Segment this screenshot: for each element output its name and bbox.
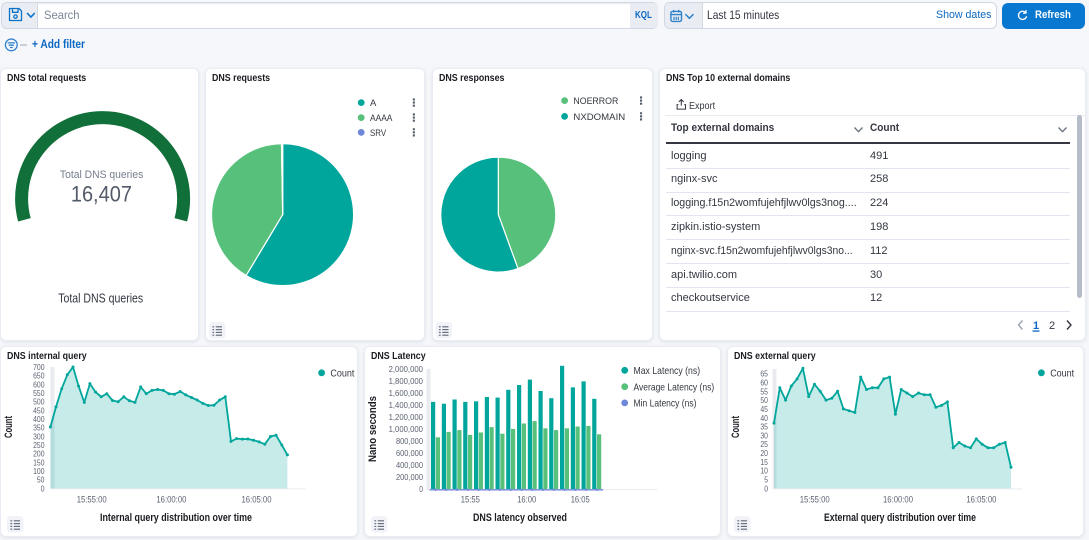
svg-text:200,000: 200,000 (396, 472, 423, 482)
svg-text:1,000,000: 1,000,000 (389, 424, 424, 434)
svg-text:700: 700 (33, 362, 45, 372)
svg-text:16:05:00: 16:05:00 (966, 495, 996, 505)
svg-text:600,000: 600,000 (396, 448, 423, 458)
svg-text:250: 250 (33, 440, 45, 450)
svg-text:16:00:00: 16:00:00 (883, 495, 913, 505)
svg-text:500: 500 (33, 397, 45, 407)
svg-text:1: 1 (1033, 320, 1039, 332)
svg-text:Max Latency (ns): Max Latency (ns) (634, 366, 701, 377)
svg-text:2: 2 (1049, 320, 1055, 332)
svg-text:550: 550 (33, 388, 45, 398)
svg-text:35: 35 (760, 422, 768, 432)
svg-text:16:05: 16:05 (571, 495, 590, 505)
svg-text:45: 45 (760, 404, 768, 414)
svg-text:Count: Count (330, 368, 354, 379)
svg-text:1,200,000: 1,200,000 (389, 412, 424, 422)
svg-text:60: 60 (760, 377, 768, 387)
svg-text:800,000: 800,000 (396, 436, 423, 446)
svg-text:16,407: 16,407 (71, 182, 132, 207)
svg-text:External query distribution ov: External query distribution over time (824, 512, 976, 524)
svg-text:300: 300 (33, 431, 45, 441)
svg-text:AAAA: AAAA (370, 113, 393, 124)
svg-text:400: 400 (33, 414, 45, 424)
svg-text:100: 100 (33, 466, 45, 476)
svg-text:Nano seconds: Nano seconds (367, 396, 379, 462)
svg-text:0: 0 (764, 483, 768, 493)
svg-text:15: 15 (760, 457, 768, 467)
svg-text:Internal query distribution ov: Internal query distribution over time (100, 512, 252, 524)
svg-text:40: 40 (760, 413, 768, 423)
svg-text:Count: Count (3, 416, 15, 438)
svg-text:NOERROR: NOERROR (573, 96, 618, 107)
svg-text:15:55:00: 15:55:00 (77, 495, 107, 505)
svg-text:Count: Count (730, 416, 742, 438)
svg-text:Average Latency (ns): Average Latency (ns) (634, 382, 715, 393)
svg-text:DNS latency observed: DNS latency observed (473, 512, 567, 524)
svg-text:16:05:00: 16:05:00 (242, 495, 272, 505)
svg-text:30: 30 (760, 430, 768, 440)
svg-text:SRV: SRV (370, 128, 387, 139)
svg-text:Total DNS queries: Total DNS queries (58, 291, 143, 306)
svg-text:NXDOMAIN: NXDOMAIN (573, 112, 625, 123)
svg-text:5: 5 (764, 475, 768, 485)
svg-text:16:00: 16:00 (517, 495, 536, 505)
svg-text:55: 55 (760, 386, 768, 396)
svg-text:A: A (370, 98, 377, 109)
svg-text:50: 50 (37, 475, 45, 485)
svg-text:0: 0 (419, 484, 423, 494)
svg-text:450: 450 (33, 405, 45, 415)
svg-text:20: 20 (760, 448, 768, 458)
svg-text:2,000,000: 2,000,000 (389, 364, 424, 374)
svg-text:25: 25 (760, 439, 768, 449)
svg-text:Count: Count (1050, 368, 1074, 379)
svg-text:10: 10 (760, 466, 768, 476)
svg-text:50: 50 (760, 395, 768, 405)
svg-text:0: 0 (41, 483, 45, 493)
svg-text:15:55: 15:55 (461, 495, 480, 505)
svg-text:150: 150 (33, 457, 45, 467)
svg-text:1,400,000: 1,400,000 (389, 400, 424, 410)
svg-text:Min Latency (ns): Min Latency (ns) (634, 399, 697, 410)
svg-text:15:55:00: 15:55:00 (800, 495, 830, 505)
svg-text:16:00:00: 16:00:00 (156, 495, 186, 505)
svg-text:Total DNS queries: Total DNS queries (60, 169, 144, 181)
svg-text:1,600,000: 1,600,000 (389, 388, 424, 398)
svg-text:400,000: 400,000 (396, 460, 423, 470)
svg-text:650: 650 (33, 371, 45, 381)
svg-text:600: 600 (33, 379, 45, 389)
svg-text:65: 65 (760, 369, 768, 379)
svg-text:350: 350 (33, 423, 45, 433)
svg-text:1,800,000: 1,800,000 (389, 376, 424, 386)
svg-text:200: 200 (33, 449, 45, 459)
